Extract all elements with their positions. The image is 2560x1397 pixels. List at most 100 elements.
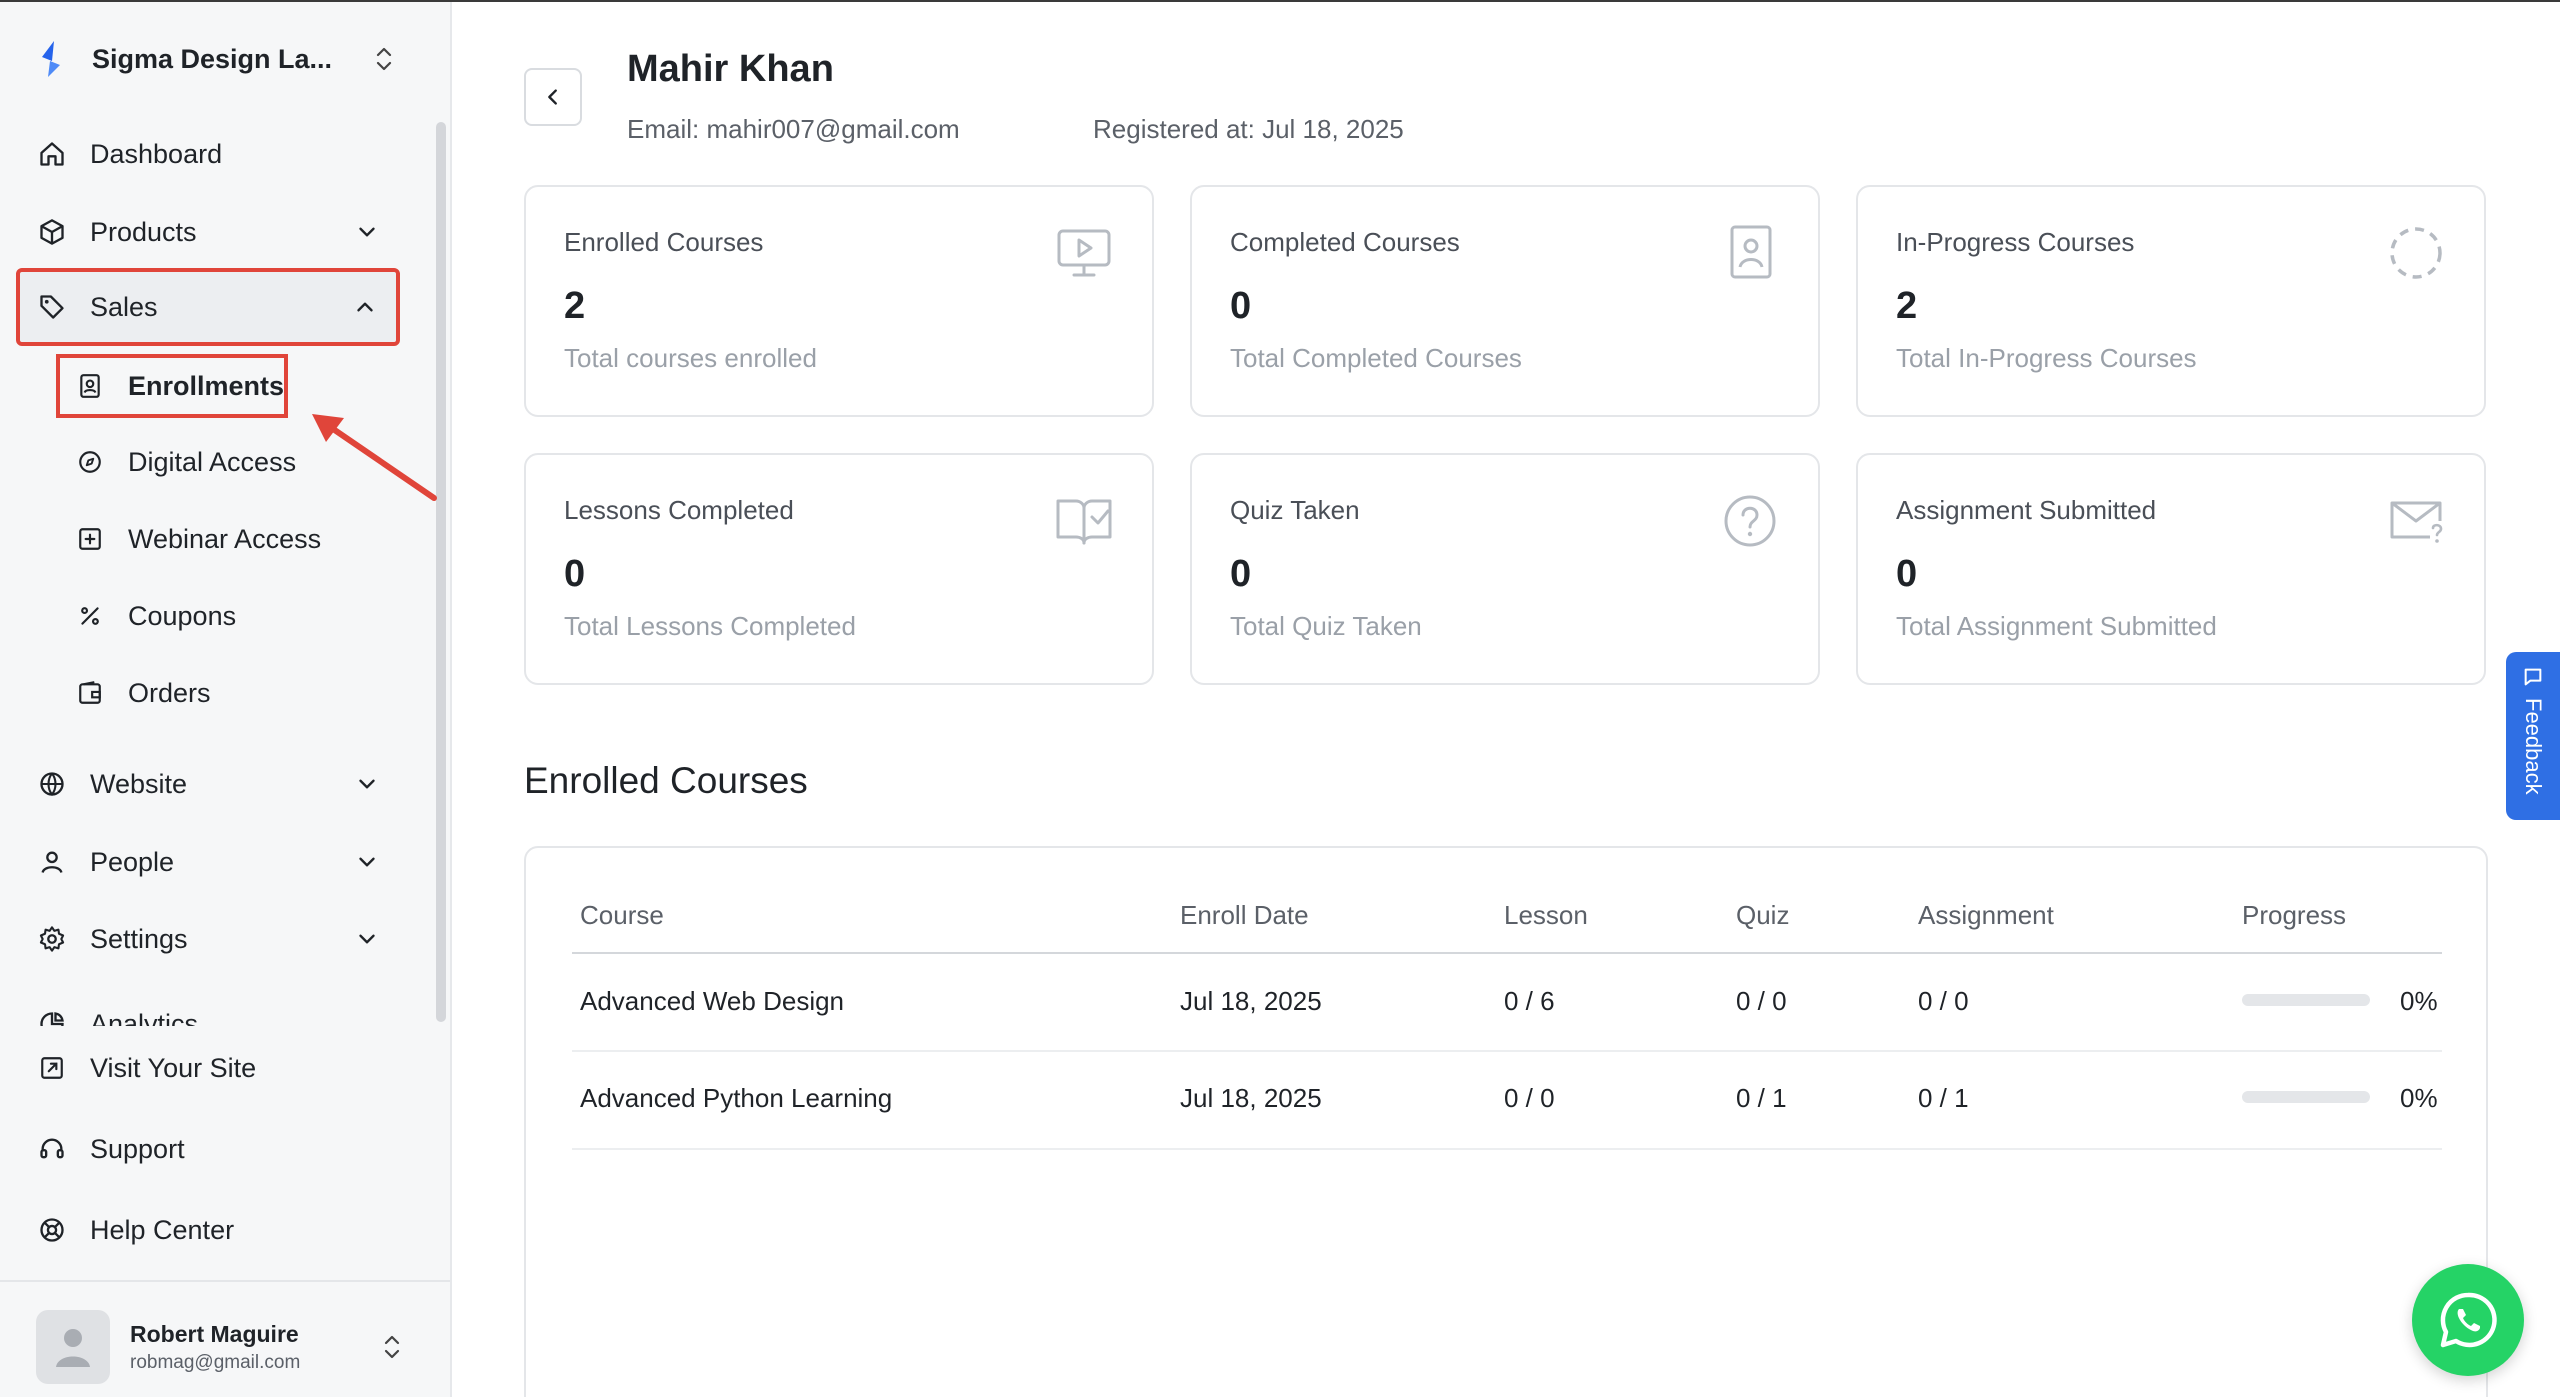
feedback-label: Feedback — [2521, 698, 2546, 795]
sidebar-subitem-label: Webinar Access — [128, 523, 322, 554]
sidebar-item-label: Analytics — [90, 1008, 199, 1027]
stat-title: In-Progress Courses — [1896, 227, 2135, 257]
sidebar-link-label: Support — [90, 1133, 185, 1164]
sidebar-item-website[interactable]: Website — [20, 752, 398, 816]
row-divider — [572, 1148, 2442, 1150]
sidebar-subitem-coupons[interactable]: Coupons — [60, 586, 400, 646]
sidebar-subitem-enrollments[interactable]: Enrollments — [56, 354, 288, 418]
compass-icon — [76, 448, 104, 476]
column-header-assignment[interactable]: Assignment — [1918, 900, 2054, 931]
cell-course[interactable]: Advanced Python Learning — [580, 1083, 892, 1114]
stat-card-enrolled: Enrolled Courses 2 Total courses enrolle… — [524, 185, 1154, 417]
row-divider — [572, 1050, 2442, 1052]
enrolled-courses-table: Course Enroll Date Lesson Quiz Assignmen… — [524, 846, 2488, 1397]
user-email: robmag@gmail.com — [130, 1351, 301, 1373]
column-header-enroll-date[interactable]: Enroll Date — [1180, 900, 1309, 931]
sidebar-item-sales[interactable]: Sales — [16, 268, 400, 346]
sidebar-subitem-orders[interactable]: Orders — [60, 663, 400, 723]
sidebar-divider — [0, 1280, 450, 1282]
wallet-icon — [76, 679, 104, 707]
percent-icon — [76, 602, 104, 630]
sidebar-subitem-webinar-access[interactable]: Webinar Access — [60, 509, 400, 569]
sidebar-link-visit-site[interactable]: Visit Your Site — [20, 1036, 398, 1100]
stat-title: Assignment Submitted — [1896, 495, 2157, 525]
brand-logo-icon — [42, 41, 60, 77]
sidebar-subitem-label: Orders — [128, 677, 211, 708]
plus-square-icon — [76, 525, 104, 553]
user-menu[interactable]: Robert Maguire robmag@gmail.com — [36, 1308, 416, 1386]
cell-enroll-date: Jul 18, 2025 — [1180, 986, 1322, 1016]
sidebar-item-products[interactable]: Products — [20, 200, 398, 264]
feedback-tab[interactable]: Feedback — [2506, 652, 2560, 820]
monitor-play-icon — [1057, 229, 1111, 277]
stat-subtitle: Total Assignment Submitted — [1896, 611, 2217, 641]
back-button[interactable] — [524, 68, 582, 126]
chevron-down-icon — [359, 779, 375, 789]
mail-question-icon — [2390, 501, 2443, 543]
user-name: Robert Maguire — [130, 1320, 299, 1347]
pie-chart-icon — [38, 1010, 66, 1026]
stat-title: Enrolled Courses — [564, 227, 764, 257]
stat-title: Lessons Completed — [564, 495, 794, 525]
stat-card-completed: Completed Courses 0 Total Completed Cour… — [1190, 185, 1820, 417]
stat-title: Quiz Taken — [1230, 495, 1360, 525]
annotation-arrow-icon — [312, 414, 437, 501]
headset-icon — [38, 1135, 66, 1163]
cell-progress-label: 0% — [2400, 1083, 2438, 1113]
progress-bar — [2242, 994, 2370, 1006]
sidebar-item-dashboard[interactable]: Dashboard — [20, 122, 398, 186]
table-header-divider — [572, 952, 2442, 954]
whatsapp-chat-button[interactable] — [2412, 1264, 2524, 1376]
sidebar-item-people[interactable]: People — [20, 830, 398, 894]
workspace-switcher[interactable]: Sigma Design La... — [36, 36, 396, 82]
stat-value: 2 — [564, 285, 586, 327]
stat-value: 0 — [564, 553, 586, 595]
stat-title: Completed Courses — [1230, 227, 1460, 257]
sidebar-item-label: Sales — [90, 291, 158, 322]
sidebar-item-label: Dashboard — [90, 138, 223, 169]
chat-bubble-icon — [2524, 668, 2542, 686]
tag-icon — [38, 293, 66, 321]
progress-bar — [2242, 1091, 2370, 1103]
chevron-up-down-icon — [384, 1335, 400, 1359]
cell-course[interactable]: Advanced Web Design — [580, 986, 844, 1017]
stat-subtitle: Total Lessons Completed — [564, 611, 856, 641]
home-icon — [38, 140, 66, 168]
sidebar-link-support[interactable]: Support — [20, 1117, 398, 1181]
box-icon — [38, 218, 66, 246]
sidebar-subitem-label: Digital Access — [128, 446, 297, 477]
sidebar-item-label: Website — [90, 768, 188, 799]
sidebar-item-settings[interactable]: Settings — [20, 907, 398, 971]
external-link-icon — [38, 1054, 66, 1082]
sidebar-link-help-center[interactable]: Help Center — [20, 1198, 398, 1262]
chevron-down-icon — [359, 227, 375, 237]
avatar — [36, 1310, 110, 1384]
registered-date: Registered at: Jul 18, 2025 — [1093, 114, 1404, 144]
column-header-quiz[interactable]: Quiz — [1736, 900, 1789, 931]
stat-subtitle: Total Completed Courses — [1230, 343, 1522, 373]
student-email: Email: mahir007@gmail.com — [627, 114, 960, 144]
sidebar-item-label: People — [90, 846, 175, 877]
column-header-course[interactable]: Course — [580, 900, 664, 931]
sidebar-item-analytics[interactable]: Analytics — [20, 992, 400, 1026]
chevron-up-icon — [357, 302, 373, 312]
book-check-icon — [1056, 499, 1112, 545]
cell-lesson: 0 / 0 — [1504, 1083, 1555, 1113]
cell-assignment: 0 / 0 — [1918, 986, 1969, 1016]
sidebar-link-label: Help Center — [90, 1214, 235, 1245]
question-circle-icon — [1724, 495, 1776, 547]
cell-quiz: 0 / 1 — [1736, 1083, 1787, 1113]
stat-card-lessons: Lessons Completed 0 Total Lessons Comple… — [524, 453, 1154, 685]
chevron-down-icon — [359, 934, 375, 944]
column-header-progress[interactable]: Progress — [2242, 900, 2346, 931]
stat-subtitle: Total courses enrolled — [564, 343, 817, 373]
column-header-lesson[interactable]: Lesson — [1504, 900, 1588, 931]
stat-value: 0 — [1230, 553, 1252, 595]
page-title: Mahir Khan — [627, 48, 834, 90]
stat-card-quiz: Quiz Taken 0 Total Quiz Taken — [1190, 453, 1820, 685]
chevron-down-icon — [359, 857, 375, 867]
stat-subtitle: Total In-Progress Courses — [1896, 343, 2197, 373]
workspace-name: Sigma Design La... — [92, 43, 333, 74]
sidebar-scrollbar[interactable] — [436, 122, 446, 1022]
chevron-left-icon — [548, 89, 557, 105]
